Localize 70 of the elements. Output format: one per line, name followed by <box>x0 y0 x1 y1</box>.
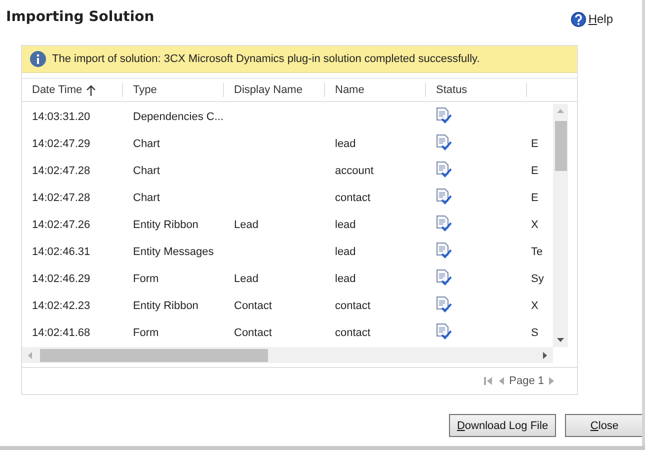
table-cell-text: E <box>530 192 540 204</box>
close-button[interactable]: Close <box>565 414 644 437</box>
column-header[interactable]: Type <box>123 83 224 97</box>
table-cell-text: Entity Ribbon <box>132 219 200 232</box>
table-cell-text: 14:02:47.26 <box>31 219 92 232</box>
table-cell-text: Contact <box>233 327 273 340</box>
table-cell-text: lead <box>334 219 357 232</box>
document-check-icon <box>436 323 452 340</box>
column-header[interactable]: Display Name <box>224 83 325 97</box>
table-cell-text: X <box>530 219 540 232</box>
scroll-down-icon[interactable] <box>557 338 564 343</box>
vertical-scrollbar[interactable] <box>553 104 568 347</box>
table-cell-text: Te <box>530 246 544 258</box>
document-check-icon <box>436 242 452 260</box>
table-cell-text: 14:03:31.20 <box>31 111 92 124</box>
table-cell-text: Form <box>132 327 160 340</box>
column-header[interactable]: Status <box>426 83 527 97</box>
table-cell-text: 14:02:41.68 <box>31 327 92 340</box>
table-cell-text: 14:02:46.29 <box>31 273 92 286</box>
table-cell-text: Chart <box>132 138 161 150</box>
help-link[interactable]: Help <box>571 6 613 32</box>
scroll-left-icon[interactable] <box>27 352 32 359</box>
table-cell-text: S <box>530 327 540 340</box>
sort-up-icon <box>86 84 96 96</box>
table-cell-text: E <box>530 165 540 178</box>
table-cell-text: E <box>530 138 540 150</box>
table-cell-text: X <box>530 300 540 312</box>
table-cell-text: 14:02:47.28 <box>31 165 92 178</box>
column-header[interactable]: Date Time <box>22 83 123 97</box>
scroll-thumb[interactable] <box>40 348 268 362</box>
table-cell-text: 14:02:47.29 <box>31 138 92 150</box>
table-cell-text: lead <box>334 246 357 258</box>
document-check-icon <box>436 296 452 314</box>
table-cell-text: Entity Messages <box>132 246 215 258</box>
table-cell-text: Sy <box>530 273 545 286</box>
table-cell-text: contact <box>334 327 372 340</box>
document-check-icon <box>436 269 452 286</box>
document-check-icon <box>436 107 452 124</box>
scroll-thumb[interactable] <box>555 120 567 171</box>
notice-text: The import of solution: 3CX Microsoft Dynamics plug-in solution completed successfully. <box>52 53 480 66</box>
info-icon <box>30 51 46 68</box>
horizontal-scrollbar[interactable] <box>22 346 553 363</box>
scroll-right-icon[interactable] <box>543 352 548 359</box>
table-cell-text: Form <box>132 273 160 286</box>
table-cell-text: 14:02:46.31 <box>31 246 92 258</box>
table-cell-text: Lead <box>233 273 260 286</box>
table-cell-text: contact <box>334 192 372 204</box>
table-cell-text: Entity Ribbon <box>132 300 200 312</box>
table-cell-text: 14:02:47.28 <box>31 192 92 204</box>
first-page-icon[interactable] <box>483 376 494 386</box>
table-cell-text: lead <box>334 138 357 150</box>
dialog-title: Importing Solution <box>6 8 154 27</box>
help-icon <box>571 12 586 26</box>
table-cell-text: lead <box>334 273 357 286</box>
scroll-up-icon[interactable] <box>557 108 564 113</box>
table-cell-text: contact <box>334 300 372 312</box>
table-cell-text: Dependencies C... <box>132 111 224 124</box>
table-cell-text: Chart <box>132 165 161 178</box>
table-cell-text: account <box>334 165 375 178</box>
table-cell-text: Chart <box>132 192 161 204</box>
document-check-icon <box>436 188 452 206</box>
document-check-icon <box>436 134 452 152</box>
page-label: Page 1 <box>509 374 544 387</box>
download-log-button[interactable]: Download Log File <box>449 414 556 437</box>
table-cell-text: 14:02:42.23 <box>31 300 92 312</box>
column-header[interactable]: Name <box>325 83 426 97</box>
document-check-icon <box>436 215 452 232</box>
document-check-icon <box>436 161 452 178</box>
table-cell-text: Contact <box>233 300 273 312</box>
table-cell-text: Lead <box>233 219 260 232</box>
